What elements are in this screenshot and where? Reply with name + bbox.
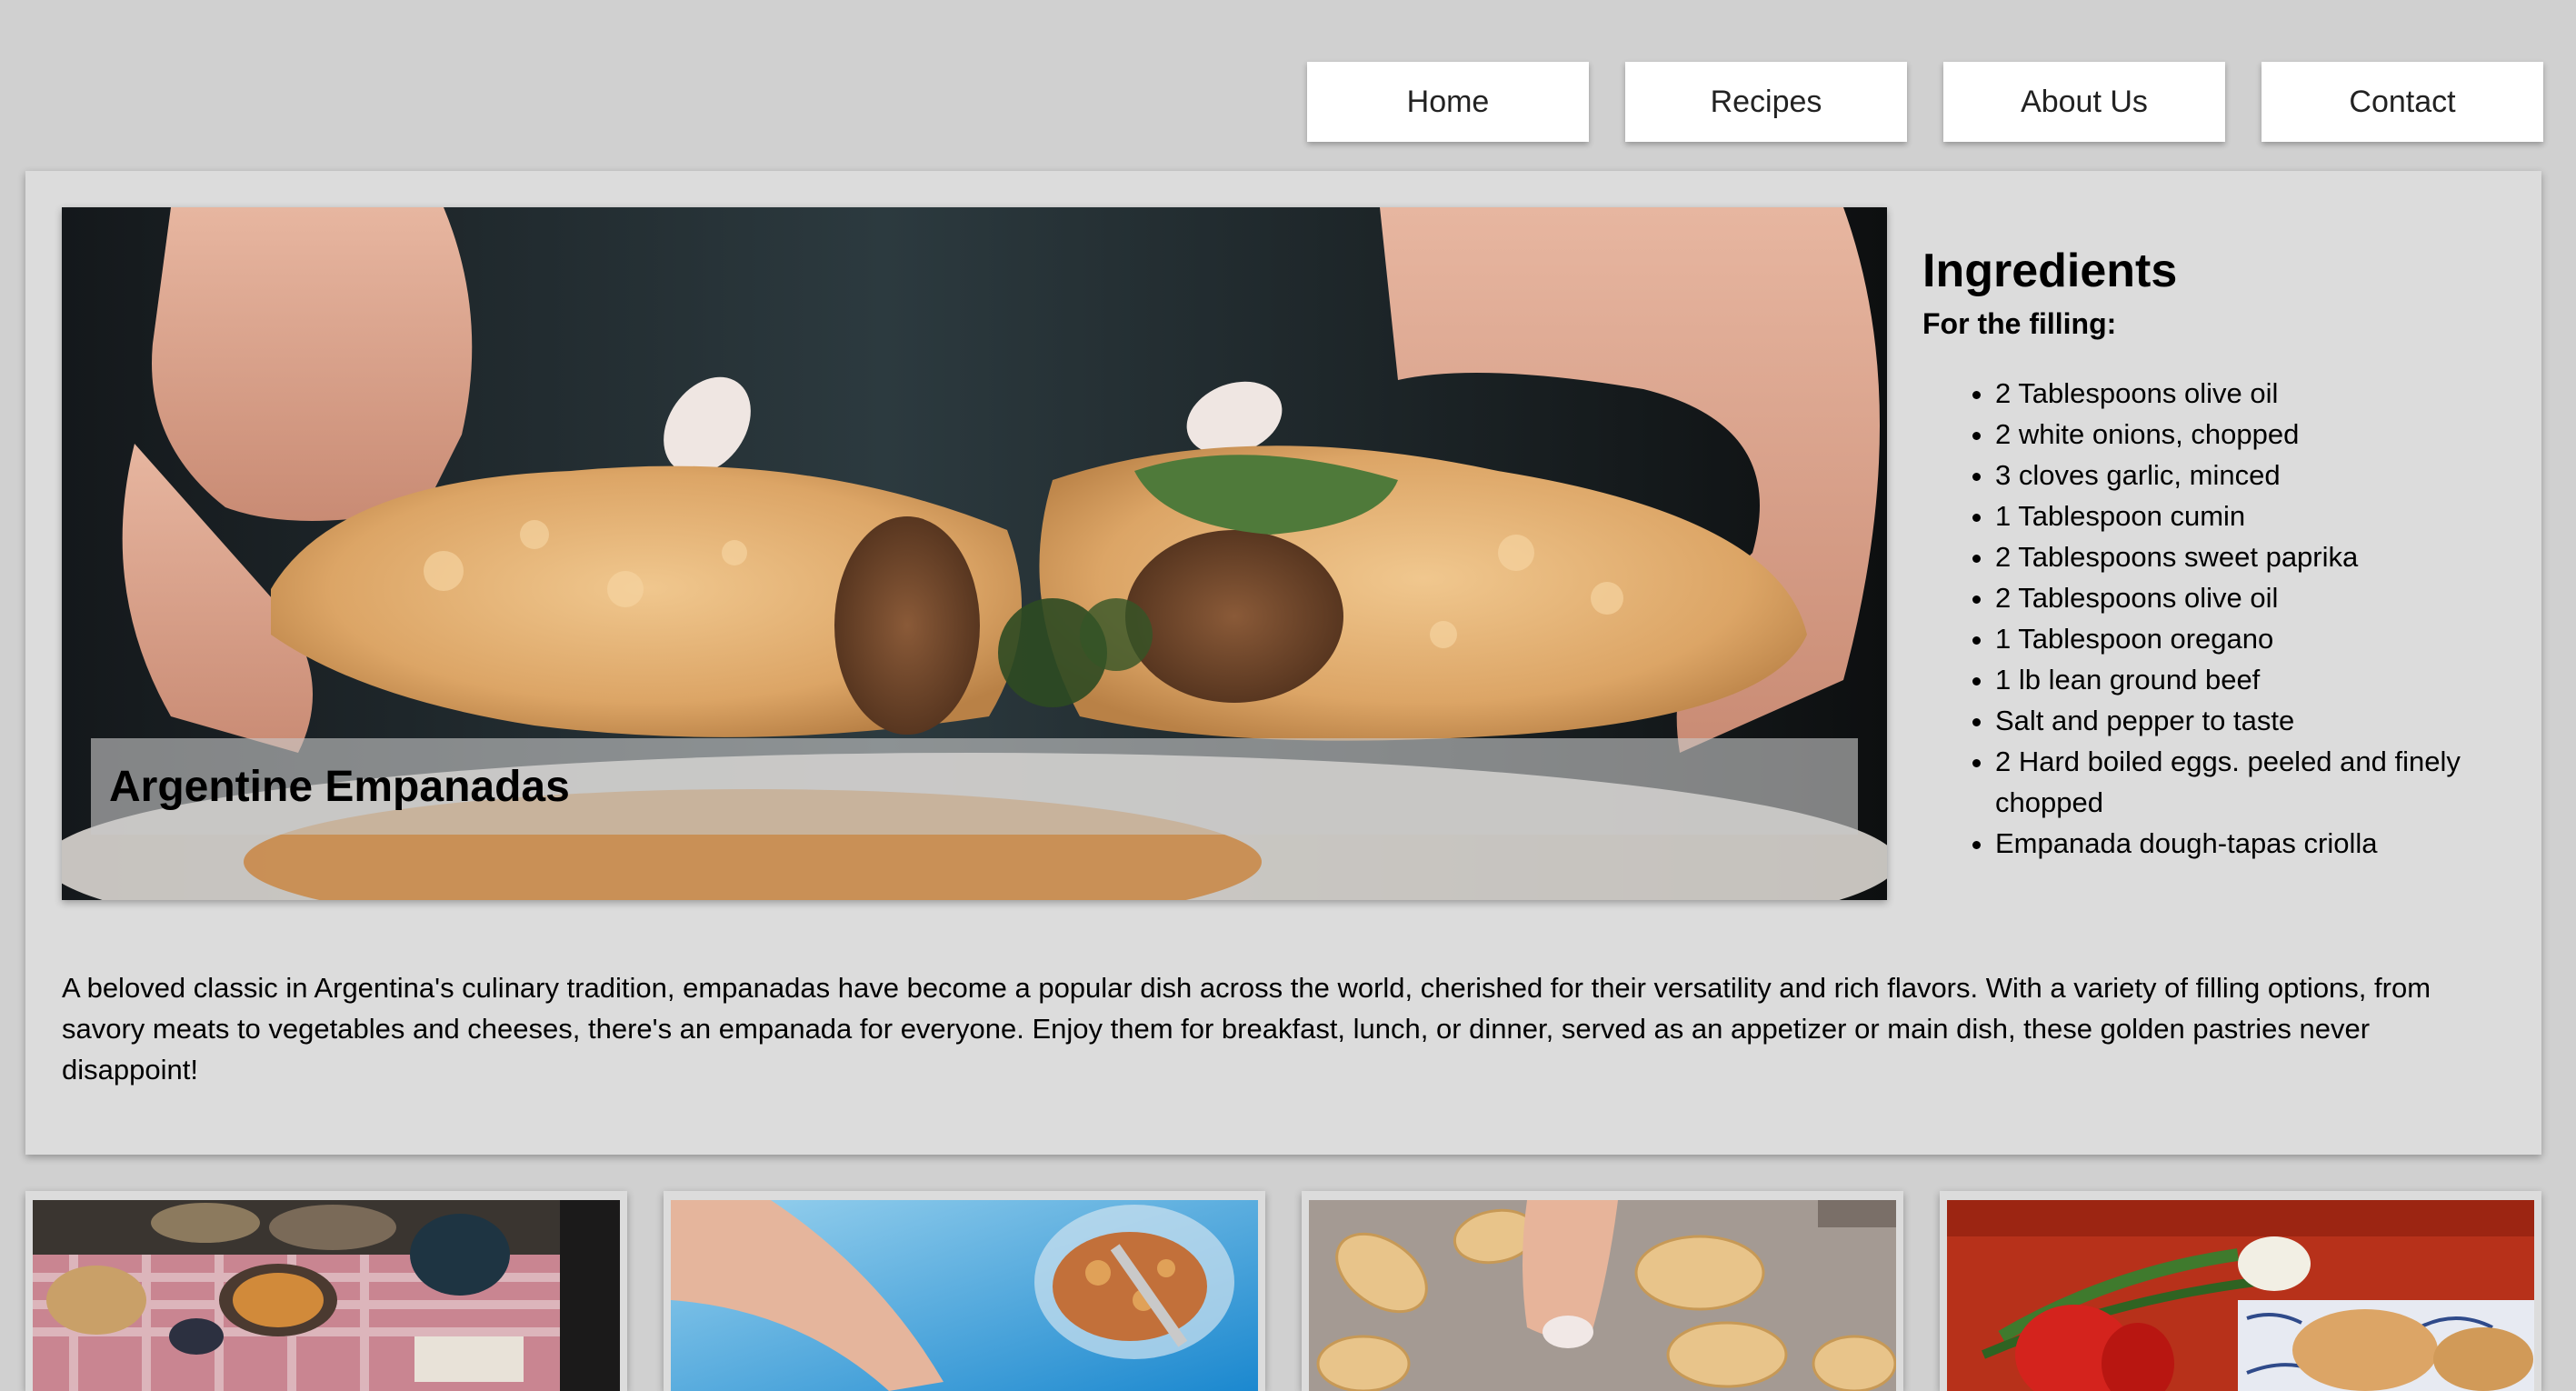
table-spread-photo: [33, 1200, 620, 1391]
shaping-empanadas-photo: [1309, 1200, 1896, 1391]
thumbnail-card[interactable]: [25, 1191, 627, 1391]
ingredients-heading: Ingredients: [1922, 245, 2178, 297]
hero-title-bar: Argentine Empanadas: [91, 738, 1858, 835]
nav-contact-button[interactable]: Contact: [2261, 62, 2543, 142]
recipe-title: Argentine Empanadas: [109, 762, 570, 811]
ingredients-panel: Ingredients For the filling: 2 Tablespoo…: [1922, 244, 2504, 864]
thumbnail-card[interactable]: [1302, 1191, 1903, 1391]
recipe-card: Argentine Empanadas Ingredients For the …: [25, 171, 2541, 1155]
hand-over-bowl-photo: [671, 1200, 1258, 1391]
nav-home-button[interactable]: Home: [1307, 62, 1589, 142]
ingredient-item: 2 Tablespoons sweet paprika: [1995, 536, 2504, 577]
hero-image: Argentine Empanadas: [62, 207, 1887, 900]
ingredients-list: 2 Tablespoons olive oil 2 white onions, …: [1922, 373, 2504, 864]
ingredient-item: 1 Tablespoon oregano: [1995, 618, 2504, 659]
ingredient-item: 2 Hard boiled eggs. peeled and finely ch…: [1995, 741, 2504, 823]
ingredient-item: 1 lb lean ground beef: [1995, 659, 2504, 700]
ingredient-item: 3 cloves garlic, minced: [1995, 455, 2504, 495]
ingredient-item: 2 Tablespoons olive oil: [1995, 373, 2504, 414]
nav-about-us-button[interactable]: About Us: [1943, 62, 2225, 142]
recipe-description: A beloved classic in Argentina's culinar…: [62, 972, 2431, 1086]
thumbnail-card[interactable]: [1940, 1191, 2541, 1391]
ingredient-item: Salt and pepper to taste: [1995, 700, 2504, 741]
ingredient-item: Empanada dough-tapas criolla: [1995, 823, 2504, 864]
nav-recipes-button[interactable]: Recipes: [1625, 62, 1907, 142]
vegetables-and-pastries-photo: [1947, 1200, 2534, 1391]
main-nav: Home Recipes About Us Contact: [1307, 62, 2543, 142]
ingredient-item: 2 white onions, chopped: [1995, 414, 2504, 455]
ingredient-item: 2 Tablespoons olive oil: [1995, 577, 2504, 618]
ingredient-item: 1 Tablespoon cumin: [1995, 495, 2504, 536]
thumbnail-card[interactable]: [664, 1191, 1265, 1391]
filling-subheading: For the filling:: [1922, 307, 2117, 340]
thumbnail-gallery: [25, 1191, 2541, 1391]
